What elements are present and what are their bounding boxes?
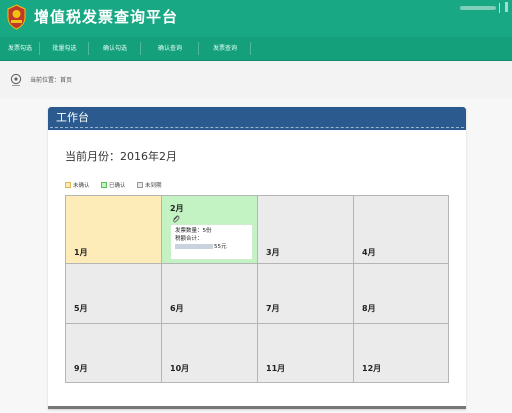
month-label: 8月 (362, 304, 376, 313)
legend-label-pending: 未到期 (145, 183, 162, 189)
tax-total-blurred (175, 244, 213, 249)
month-cell-9[interactable]: 9月 (66, 324, 162, 382)
month-label: 1月 (74, 248, 88, 257)
tax-total-suffix: 55元 (214, 244, 227, 250)
month-label: 11月 (266, 364, 286, 373)
month-label: 9月 (74, 364, 88, 373)
panel-bottom-border (48, 406, 466, 409)
breadcrumb: 当前位置：首页 (30, 77, 73, 84)
header-divider (499, 3, 500, 13)
nav-item-invoice-select[interactable]: 发票勾选 (0, 37, 40, 60)
panel-header: 工作台 (48, 107, 466, 130)
invoice-summary-box: 发票数量：5份 税额合计： 55元 (170, 224, 253, 260)
month-cell-11[interactable]: 11月 (258, 324, 354, 382)
month-label: 3月 (266, 248, 280, 257)
legend-confirmed: 已确认 (101, 182, 126, 191)
month-cell-3[interactable]: 3月 (258, 196, 354, 264)
panel-title: 工作台 (56, 111, 89, 124)
month-label: 2月 (170, 204, 184, 213)
legend-swatch-pending (137, 182, 143, 188)
legend-label-confirmed: 已确认 (109, 183, 126, 189)
tax-emblem-logo (7, 4, 26, 30)
legend-swatch-confirmed (101, 182, 107, 188)
month-cell-8[interactable]: 8月 (354, 264, 448, 324)
month-cell-1[interactable]: 1月 (66, 196, 162, 264)
tax-total-value: 55元 (175, 244, 227, 251)
location-pin-icon (10, 73, 22, 86)
legend-label-unconfirmed: 未确认 (73, 183, 90, 189)
month-label: 7月 (266, 304, 280, 313)
month-label: 6月 (170, 304, 184, 313)
month-cell-4[interactable]: 4月 (354, 196, 448, 264)
site-title: 增值税发票查询平台 (34, 8, 179, 26)
month-label: 10月 (170, 364, 190, 373)
month-cell-7[interactable]: 7月 (258, 264, 354, 324)
month-cell-12[interactable]: 12月 (354, 324, 448, 382)
month-calendar: 1月 2月 发票数量：5份 税额合计： 55元 3月 4月 5月 6月 7月 8… (65, 195, 449, 383)
legend-unconfirmed: 未确认 (65, 182, 90, 191)
month-label: 12月 (362, 364, 382, 373)
month-label: 4月 (362, 248, 376, 257)
top-header: 增值税发票查询平台 (0, 0, 512, 37)
month-cell-10[interactable]: 10月 (162, 324, 258, 382)
panel-header-stitch (50, 127, 464, 128)
month-cell-6[interactable]: 6月 (162, 264, 258, 324)
username-blurred (460, 6, 496, 10)
month-cell-5[interactable]: 5月 (66, 264, 162, 324)
invoice-count: 发票数量：5份 (175, 228, 212, 234)
nav-item-batch-select[interactable]: 批量勾选 (40, 37, 89, 60)
nav-item-invoice-query[interactable]: 发票查询 (199, 37, 251, 60)
paperclip-icon[interactable] (172, 215, 180, 224)
legend-pending: 未到期 (137, 182, 162, 191)
nav-item-confirm-select[interactable]: 确认勾选 (89, 37, 141, 60)
breadcrumb-bar (0, 61, 512, 99)
main-nav: 发票勾选 批量勾选 确认勾选 确认查询 发票查询 (0, 37, 512, 61)
month-label: 5月 (74, 304, 88, 313)
user-info[interactable] (452, 0, 512, 16)
header-link[interactable] (505, 2, 508, 12)
legend-swatch-unconfirmed (65, 182, 71, 188)
nav-item-confirm-query[interactable]: 确认查询 (141, 37, 199, 60)
tax-total-label: 税额合计： (175, 236, 203, 242)
current-month-label: 当前月份：2016年2月 (65, 150, 177, 163)
month-cell-2[interactable]: 2月 发票数量：5份 税额合计： 55元 (162, 196, 258, 264)
